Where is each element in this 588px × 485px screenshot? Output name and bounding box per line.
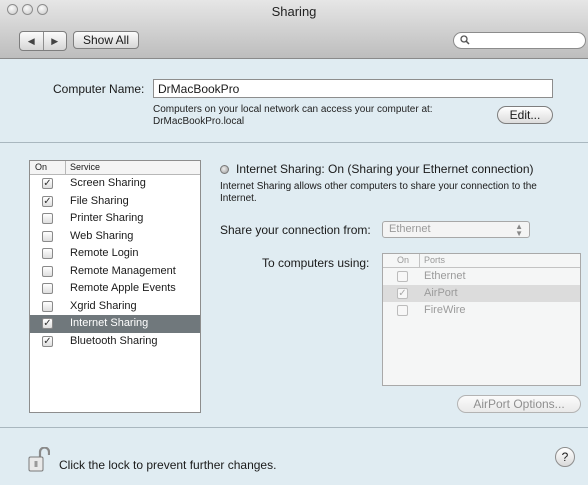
updown-arrows-icon: ▲ ▼: [515, 222, 523, 238]
sharing-status: Internet Sharing: On (Sharing your Ether…: [236, 162, 534, 176]
service-checkbox[interactable]: ✓: [42, 335, 53, 347]
service-label: Screen Sharing: [70, 177, 146, 189]
port-label: AirPort: [424, 287, 458, 299]
window-title: Sharing: [271, 4, 317, 19]
ports-list[interactable]: On Ports Ethernet ✓ AirPort FireWire: [382, 253, 581, 386]
port-checkbox[interactable]: [397, 271, 408, 282]
service-row[interactable]: ✓ Internet Sharing: [30, 315, 200, 333]
port-row[interactable]: ✓ AirPort: [383, 285, 580, 302]
service-row[interactable]: Web Sharing: [30, 228, 200, 246]
share-from-select[interactable]: Ethernet ▲ ▼: [382, 221, 530, 238]
ports-list-header: On Ports: [383, 254, 580, 268]
service-label: Remote Apple Events: [70, 282, 176, 294]
share-from-label: Share your connection from:: [220, 223, 371, 237]
share-from-value: Ethernet: [389, 223, 431, 235]
ports-header-ports: Ports: [424, 255, 446, 265]
edit-hostname-button[interactable]: Edit...: [497, 106, 553, 124]
port-checkbox[interactable]: ✓: [397, 288, 408, 299]
service-list[interactable]: On Service ✓ Screen Sharing ✓ File Sharing P…: [29, 160, 201, 413]
service-checkbox[interactable]: [42, 283, 53, 294]
service-row[interactable]: ✓ Screen Sharing: [30, 175, 200, 193]
port-label: FireWire: [424, 304, 466, 316]
service-row[interactable]: Printer Sharing: [30, 210, 200, 228]
search-icon: [460, 35, 470, 48]
port-label: Ethernet: [424, 270, 466, 282]
service-row[interactable]: Remote Login: [30, 245, 200, 263]
service-label: File Sharing: [70, 194, 129, 207]
airport-options-button[interactable]: AirPort Options...: [457, 395, 581, 413]
service-label: Remote Login: [70, 247, 139, 259]
show-all-button[interactable]: Show All: [73, 31, 139, 49]
footer-divider: [0, 427, 588, 428]
service-label: Bluetooth Sharing: [70, 334, 158, 347]
computer-name-field[interactable]: DrMacBookPro: [153, 79, 553, 98]
computer-name-label: Computer Name:: [53, 82, 145, 96]
forward-arrow-icon[interactable]: ▶: [42, 32, 67, 50]
service-label: Remote Management: [70, 264, 176, 277]
service-checkbox[interactable]: ✓: [42, 318, 53, 329]
lock-message: Click the lock to prevent further change…: [59, 458, 277, 472]
search-field[interactable]: [453, 32, 586, 49]
service-checkbox[interactable]: ✓: [42, 195, 53, 207]
header-service[interactable]: Service: [70, 162, 100, 172]
service-row[interactable]: ✓ Bluetooth Sharing: [30, 333, 200, 351]
port-row[interactable]: Ethernet: [383, 268, 580, 285]
port-row[interactable]: FireWire: [383, 302, 580, 319]
service-label: Xgrid Sharing: [70, 299, 137, 312]
ports-header-on: On: [397, 255, 410, 265]
status-indicator-icon: [220, 165, 229, 174]
divider: [0, 142, 588, 143]
nav-back-forward: ◀ ▶: [19, 31, 67, 51]
lock-icon[interactable]: [28, 446, 51, 473]
header-on: On: [35, 162, 48, 172]
service-row[interactable]: Remote Management: [30, 263, 200, 281]
service-label: Internet Sharing: [70, 317, 149, 329]
address-note-text: Computers on your local network can acce…: [153, 104, 433, 115]
service-description: Internet Sharing allows other computers …: [220, 181, 537, 204]
service-row[interactable]: Remote Apple Events: [30, 280, 200, 298]
service-row[interactable]: ✓ File Sharing: [30, 193, 200, 211]
service-checkbox[interactable]: [42, 248, 53, 259]
back-arrow-icon[interactable]: ◀: [20, 32, 43, 50]
service-checkbox[interactable]: [42, 300, 53, 312]
service-row[interactable]: Xgrid Sharing: [30, 298, 200, 316]
computer-address-note: Computers on your local network can acce…: [153, 104, 433, 128]
local-hostname: DrMacBookPro.local: [153, 116, 245, 127]
service-list-header: On Service: [30, 161, 200, 175]
service-label: Web Sharing: [70, 229, 134, 242]
to-computers-label: To computers using:: [262, 256, 370, 270]
service-checkbox[interactable]: [42, 265, 53, 277]
service-label: Printer Sharing: [70, 212, 144, 224]
help-button[interactable]: ?: [555, 447, 575, 467]
service-checkbox[interactable]: [42, 213, 53, 224]
service-checkbox[interactable]: [42, 230, 53, 242]
port-checkbox[interactable]: [397, 305, 408, 316]
service-checkbox[interactable]: ✓: [42, 178, 53, 189]
window-toolbar: Sharing ◀ ▶ Show All: [0, 0, 588, 59]
